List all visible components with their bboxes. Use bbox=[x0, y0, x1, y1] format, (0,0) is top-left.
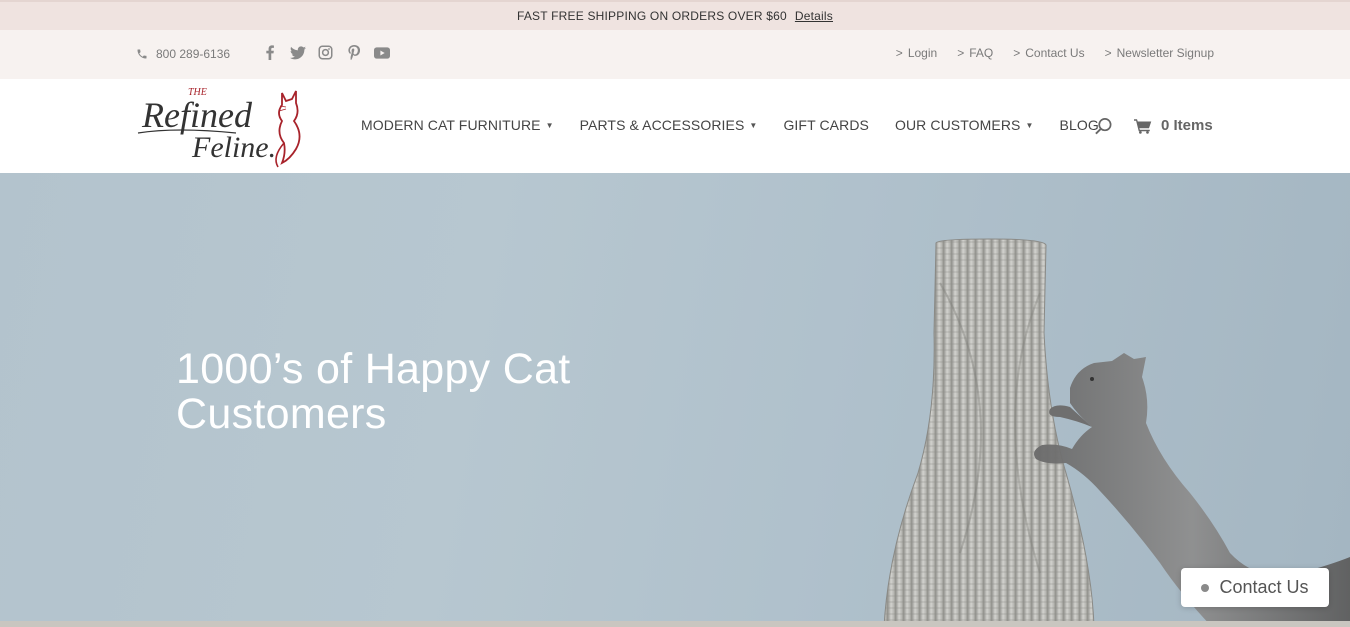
login-link[interactable]: > Login bbox=[896, 46, 937, 60]
newsletter-signup-label: Newsletter Signup bbox=[1116, 46, 1214, 60]
phone-text: 800 289-6136 bbox=[156, 47, 231, 61]
main-nav: MODERN CAT FURNITURE ▼ PARTS & ACCESSORI… bbox=[361, 117, 1099, 133]
utility-links: > Login > FAQ > Contact Us > Newsletter … bbox=[896, 46, 1214, 60]
nav-blog[interactable]: BLOG bbox=[1060, 117, 1099, 133]
nav-parts-accessories[interactable]: PARTS & ACCESSORIES ▼ bbox=[580, 117, 758, 133]
details-link[interactable]: Details bbox=[795, 9, 833, 23]
facebook-icon[interactable] bbox=[260, 43, 279, 62]
caret-down-icon: ▼ bbox=[545, 120, 554, 130]
nav-our-customers[interactable]: OUR CUSTOMERS ▼ bbox=[895, 117, 1034, 133]
contact-us-link[interactable]: > Contact Us bbox=[1013, 46, 1084, 60]
utility-bar: 800 289-6136 > Login > FAQ > Contact Us bbox=[0, 30, 1350, 79]
faq-link[interactable]: > FAQ bbox=[957, 46, 993, 60]
twitter-icon[interactable] bbox=[288, 43, 307, 62]
announcement-text: FAST FREE SHIPPING ON ORDERS OVER $60 bbox=[516, 9, 787, 23]
newsletter-signup-link[interactable]: > Newsletter Signup bbox=[1105, 46, 1214, 60]
faq-label: FAQ bbox=[969, 46, 994, 60]
social-links bbox=[260, 43, 391, 62]
contact-us-widget[interactable]: Contact Us bbox=[1181, 568, 1329, 607]
caret-down-icon: ▼ bbox=[749, 120, 758, 130]
hero-headline: 1000’s of Happy Cat Customers bbox=[176, 347, 636, 437]
svg-text:Feline.: Feline. bbox=[191, 131, 276, 164]
youtube-icon[interactable] bbox=[372, 43, 391, 62]
link-arrow: > bbox=[895, 46, 903, 60]
nav-label: OUR CUSTOMERS bbox=[894, 117, 1021, 133]
search-icon[interactable] bbox=[1094, 117, 1113, 141]
phone-icon bbox=[137, 49, 147, 59]
link-arrow: > bbox=[1013, 46, 1021, 60]
svg-text:Refined: Refined bbox=[141, 95, 253, 135]
instagram-icon[interactable] bbox=[316, 43, 335, 62]
hero-banner: 1000’s of Happy Cat Customers bbox=[0, 173, 1350, 627]
announcement-bar: FAST FREE SHIPPING ON ORDERS OVER $60 De… bbox=[0, 0, 1350, 30]
contact-us-label: Contact Us bbox=[1025, 46, 1085, 60]
main-header: THE Refined Feline. MODERN CAT FURNITURE… bbox=[0, 79, 1350, 173]
nav-modern-cat-furniture[interactable]: MODERN CAT FURNITURE ▼ bbox=[361, 117, 554, 133]
link-arrow: > bbox=[957, 46, 965, 60]
hero-floor bbox=[0, 621, 1350, 627]
nav-gift-cards[interactable]: GIFT CARDS bbox=[783, 117, 869, 133]
hero-headline-line1: 1000’s of Happy Cat bbox=[176, 345, 571, 393]
contact-us-widget-label: Contact Us bbox=[1219, 577, 1309, 597]
cart-icon bbox=[1134, 118, 1152, 134]
nav-label: BLOG bbox=[1059, 117, 1099, 133]
phone-number[interactable]: 800 289-6136 bbox=[136, 47, 230, 61]
caret-down-icon: ▼ bbox=[1025, 120, 1034, 130]
site-logo[interactable]: THE Refined Feline. bbox=[136, 83, 308, 169]
link-arrow: > bbox=[1104, 46, 1112, 60]
login-label: Login bbox=[907, 46, 938, 60]
nav-label: GIFT CARDS bbox=[783, 117, 869, 133]
hero-headline-line2: Customers bbox=[176, 390, 387, 438]
cart-label: 0 Items bbox=[1161, 117, 1213, 134]
nav-label: MODERN CAT FURNITURE bbox=[361, 117, 541, 133]
cart-button[interactable]: 0 Items bbox=[1134, 117, 1213, 134]
pinterest-icon[interactable] bbox=[344, 43, 363, 62]
status-dot-icon bbox=[1201, 583, 1210, 592]
nav-label: PARTS & ACCESSORIES bbox=[579, 117, 745, 133]
